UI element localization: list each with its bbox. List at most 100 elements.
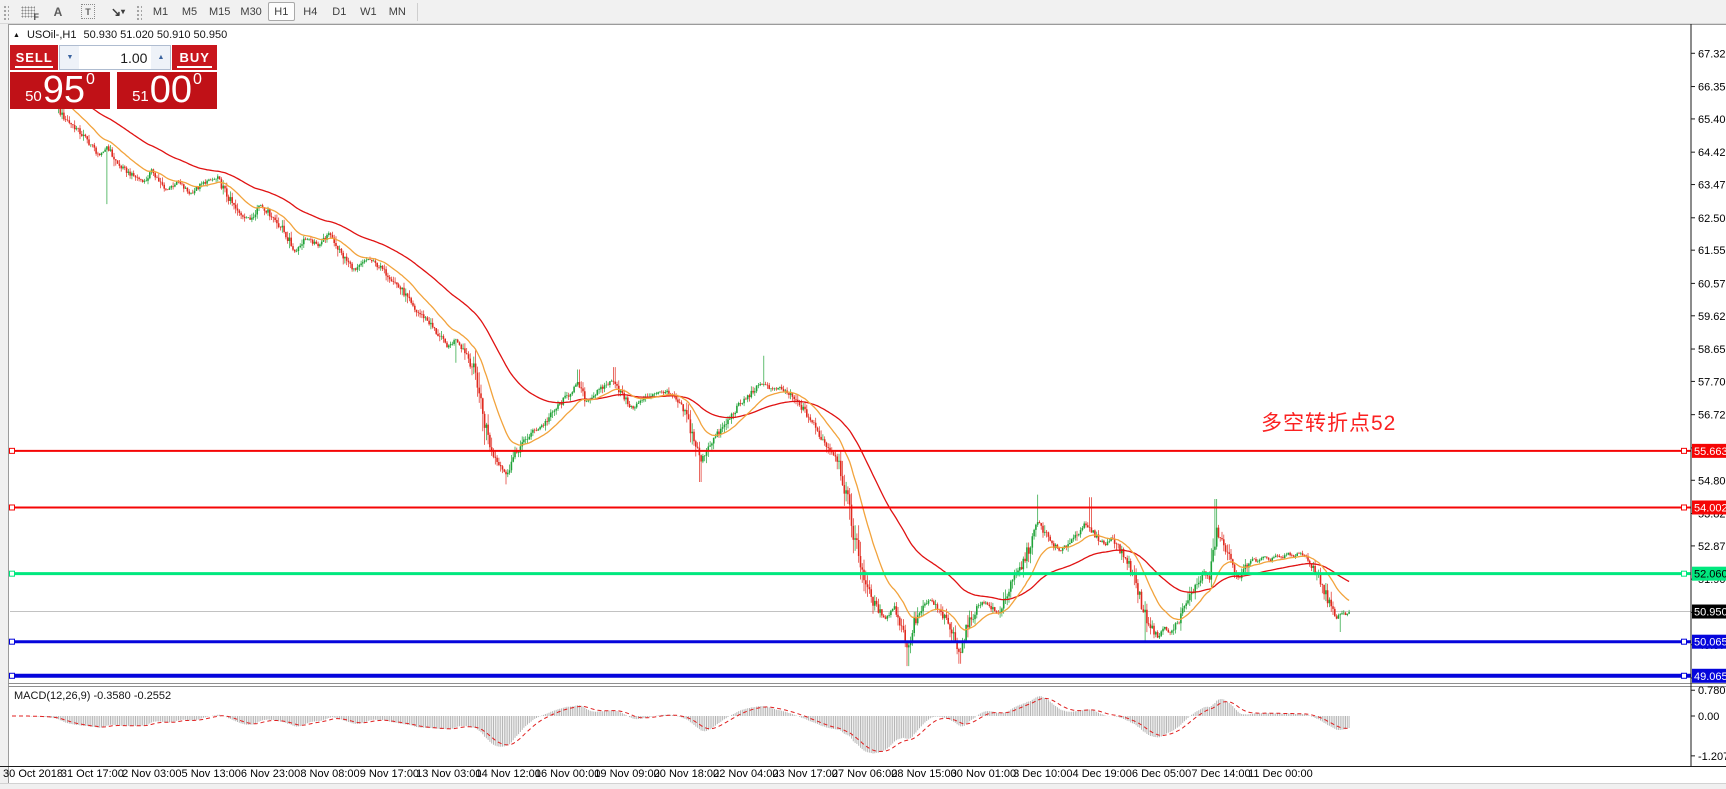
line-handle: [10, 448, 15, 453]
svg-text:65.400: 65.400: [1698, 114, 1726, 126]
buy-price-sup: 0: [193, 72, 202, 88]
arrow-objects-icon[interactable]: ↘ ▾: [105, 2, 131, 22]
line-handle: [10, 673, 15, 678]
svg-text:7 Dec 14:00: 7 Dec 14:00: [1191, 768, 1250, 780]
volume-increase-button[interactable]: ▲: [151, 46, 170, 69]
svg-text:23 Nov 17:00: 23 Nov 17:00: [772, 768, 837, 780]
svg-text:6 Nov 23:00: 6 Nov 23:00: [241, 768, 300, 780]
line-handle: [1682, 639, 1687, 644]
toolbar-grip-2[interactable]: [135, 4, 142, 20]
line-handle: [10, 505, 15, 510]
tab-timeframe-m5[interactable]: M5: [176, 2, 203, 21]
line-handle: [1682, 448, 1687, 453]
one-click-trading-panel: SELL ▼ ▲ BUY 50950 51000: [10, 45, 217, 109]
sell-price-sup: 0: [86, 72, 95, 88]
svg-text:60.575: 60.575: [1698, 278, 1726, 290]
volume-decrease-button[interactable]: ▼: [60, 46, 79, 69]
timeframe-buttons: M1M5M15M30H1H4D1W1MN: [146, 2, 412, 21]
svg-text:66.350: 66.350: [1698, 82, 1726, 94]
volume-input[interactable]: [79, 46, 151, 69]
svg-text:31 Oct 17:00: 31 Oct 17:00: [61, 768, 124, 780]
chevron-down-icon: ▾: [121, 7, 125, 16]
trade-controls-row: SELL ▼ ▲ BUY: [10, 45, 217, 70]
svg-text:20 Nov 18:00: 20 Nov 18:00: [654, 768, 719, 780]
line-handle: [1682, 505, 1687, 510]
sell-price-small: 50: [25, 89, 42, 104]
buy-button[interactable]: BUY: [172, 45, 217, 70]
toolbar-grip[interactable]: [2, 4, 9, 20]
svg-text:59.625: 59.625: [1698, 311, 1726, 323]
sell-button[interactable]: SELL: [10, 45, 58, 70]
sell-price-big: 95: [43, 76, 85, 106]
svg-text:58.650: 58.650: [1698, 344, 1726, 356]
svg-text:67.325: 67.325: [1698, 48, 1726, 60]
svg-text:57.700: 57.700: [1698, 376, 1726, 388]
tab-timeframe-h1[interactable]: H1: [268, 2, 295, 21]
svg-text:54.800: 54.800: [1698, 475, 1726, 487]
svg-text:63.475: 63.475: [1698, 180, 1726, 192]
svg-text:0.7807: 0.7807: [1698, 685, 1726, 697]
svg-text:62.500: 62.500: [1698, 213, 1726, 225]
chart-title: ▲ USOil-,H1 50.930 51.020 50.910 50.950: [13, 29, 227, 41]
svg-text:-1.2078: -1.2078: [1698, 751, 1726, 763]
svg-text:30 Nov 01:00: 30 Nov 01:00: [951, 768, 1016, 780]
svg-text:16 Nov 00:00: 16 Nov 00:00: [535, 768, 600, 780]
chart-ohlc-values: 50.930 51.020 50.910 50.950: [83, 29, 227, 41]
svg-text:2 Nov 03:00: 2 Nov 03:00: [122, 768, 181, 780]
svg-text:28 Nov 15:00: 28 Nov 15:00: [891, 768, 956, 780]
volume-spinner: ▼ ▲: [59, 45, 171, 70]
tab-timeframe-d1[interactable]: D1: [326, 2, 353, 21]
buy-price-small: 51: [132, 89, 149, 104]
grid-dots: F: [21, 6, 35, 18]
svg-text:4 Dec 19:00: 4 Dec 19:00: [1073, 768, 1132, 780]
svg-text:61.550: 61.550: [1698, 245, 1726, 257]
collapse-icon[interactable]: ▲: [13, 32, 20, 39]
svg-text:56.725: 56.725: [1698, 410, 1726, 422]
svg-text:50.065: 50.065: [1694, 637, 1726, 649]
svg-text:6 Dec 05:00: 6 Dec 05:00: [1132, 768, 1191, 780]
svg-text:5 Nov 13:00: 5 Nov 13:00: [182, 768, 241, 780]
svg-text:8 Nov 08:00: 8 Nov 08:00: [300, 768, 359, 780]
toolbar-separator: [417, 3, 418, 21]
tab-timeframe-w1[interactable]: W1: [355, 2, 382, 21]
tab-timeframe-mn[interactable]: MN: [384, 2, 411, 21]
chart-annotation-text: 多空转折点52: [1261, 407, 1396, 437]
buy-price-big: 00: [150, 76, 192, 106]
svg-text:52.875: 52.875: [1698, 541, 1726, 553]
grid-snap-icon[interactable]: F: [15, 2, 41, 22]
svg-text:27 Nov 06:00: 27 Nov 06:00: [832, 768, 897, 780]
svg-text:54.002: 54.002: [1694, 502, 1726, 514]
svg-text:22 Nov 04:00: 22 Nov 04:00: [713, 768, 778, 780]
price-panel-gap: [110, 72, 117, 109]
svg-text:11 Dec 00:00: 11 Dec 00:00: [1248, 768, 1313, 780]
line-handle: [1682, 673, 1687, 678]
text-box-icon[interactable]: T: [75, 2, 101, 22]
svg-text:9 Nov 17:00: 9 Nov 17:00: [360, 768, 419, 780]
macd-indicator-label: MACD(12,26,9) -0.3580 -0.2552: [14, 690, 171, 702]
svg-text:55.663: 55.663: [1694, 446, 1726, 458]
chart-symbol-period: USOil-,H1: [27, 29, 77, 41]
time-axis: 30 Oct 201831 Oct 17:002 Nov 03:005 Nov …: [3, 768, 1313, 780]
price-chart-canvas[interactable]: 67.325 66.350 65.400 64.425 63.475 62.500 61.5…: [0, 0, 1726, 789]
line-handle: [1682, 571, 1687, 576]
tab-timeframe-m1[interactable]: M1: [147, 2, 174, 21]
tab-timeframe-m15[interactable]: M15: [205, 2, 234, 21]
text-label-icon[interactable]: A: [45, 2, 71, 22]
line-handle: [10, 571, 15, 576]
tab-timeframe-h4[interactable]: H4: [297, 2, 324, 21]
line-handle: [10, 639, 15, 644]
svg-text:52.060: 52.060: [1694, 569, 1726, 581]
toolbar: F A T ↘ ▾ M1M5M15M30H1H4D1W1MN: [0, 0, 1726, 24]
sell-price-display[interactable]: 50950: [10, 72, 110, 109]
trade-prices-row: 50950 51000: [10, 72, 217, 109]
svg-text:3 Dec 10:00: 3 Dec 10:00: [1013, 768, 1072, 780]
svg-text:49.065: 49.065: [1694, 671, 1726, 683]
buy-price-display[interactable]: 51000: [117, 72, 217, 109]
svg-text:64.425: 64.425: [1698, 147, 1726, 159]
svg-text:14 Nov 12:00: 14 Nov 12:00: [475, 768, 540, 780]
svg-text:30 Oct 2018: 30 Oct 2018: [3, 768, 63, 780]
svg-text:50.950: 50.950: [1694, 607, 1726, 619]
svg-text:0.00: 0.00: [1698, 711, 1719, 723]
svg-text:19 Nov 09:00: 19 Nov 09:00: [594, 768, 659, 780]
tab-timeframe-m30[interactable]: M30: [236, 2, 265, 21]
